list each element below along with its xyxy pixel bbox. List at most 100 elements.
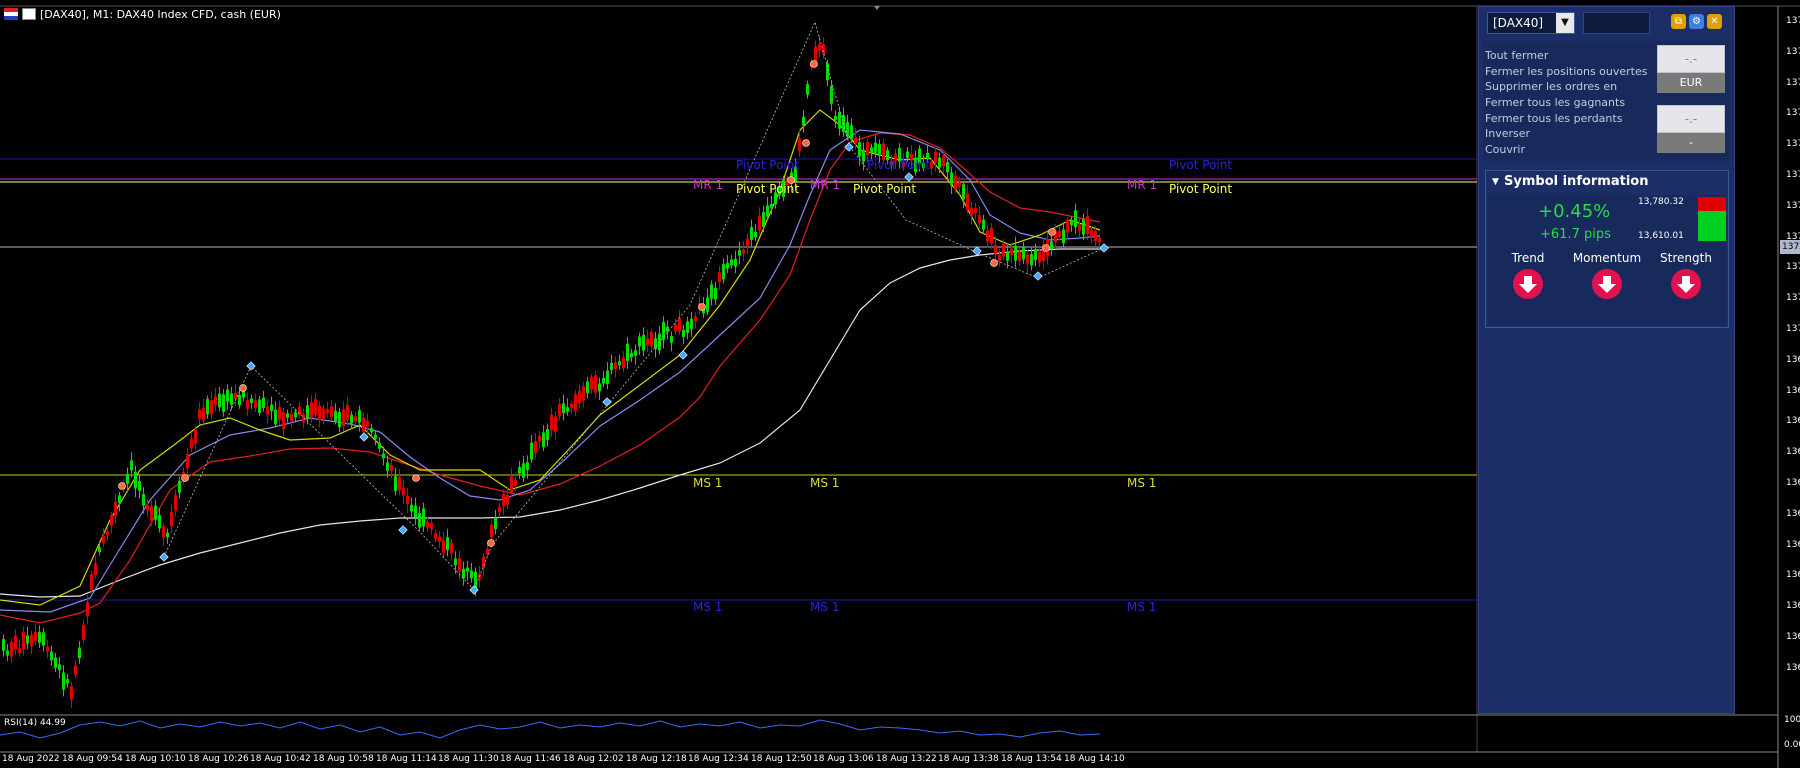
candle-body [222, 394, 225, 412]
candle-body [626, 343, 629, 361]
candle-body [542, 432, 545, 448]
candle-body [190, 438, 193, 449]
time-axis-label: 18 Aug 13:22 [876, 754, 937, 764]
candle-body [422, 508, 425, 527]
candle-body [258, 399, 261, 413]
momentum-label: Momentum [1572, 251, 1642, 265]
candle-body [266, 406, 269, 415]
candle-body [234, 392, 237, 399]
time-axis-label: 18 Aug 09:54 [62, 754, 123, 764]
candle-body [930, 161, 933, 169]
candle-body [70, 686, 73, 700]
candle-body [762, 212, 765, 227]
trade-panel: [DAX40] ▼ ⧉ ⚙ ✕ Tout fermer Fermer les p… [1478, 6, 1735, 714]
range-bar-green [1698, 211, 1726, 241]
candle-body [526, 462, 529, 471]
candle-body [154, 505, 157, 520]
change-percent: +0.45% [1538, 201, 1611, 222]
candle-body [1014, 245, 1017, 261]
mr1-label-2: MR 1 [810, 178, 841, 192]
candle-body [846, 122, 849, 137]
candle-body [962, 184, 965, 200]
candle-body [654, 338, 657, 349]
candle-body [1026, 254, 1029, 264]
candle-body [1094, 230, 1097, 242]
price-axis-label: 13679.35 [1786, 416, 1800, 427]
candle-body [618, 361, 621, 366]
candle-body [414, 505, 417, 518]
price-axis-label: 13778.80 [1786, 16, 1800, 26]
symbol-input[interactable] [1583, 12, 1650, 34]
candle-body [94, 563, 97, 575]
candle-body [450, 542, 453, 554]
candle-body [646, 338, 649, 346]
candle-body [1038, 251, 1041, 263]
candle-body [522, 463, 525, 478]
candle-body [730, 259, 733, 266]
action-close-all[interactable]: Tout fermer [1485, 49, 1548, 62]
candle-body [906, 151, 909, 158]
price-axis-label: 13618.15 [1786, 662, 1800, 673]
candle-body [1086, 216, 1089, 234]
candle-body [390, 464, 393, 471]
candle-body [938, 157, 941, 168]
candle-body [230, 393, 233, 405]
chart-title-bar: [DAX40], M1: DAX40 Index CFD, cash (EUR) [4, 6, 281, 22]
candle-body [802, 116, 805, 126]
price-axis-label: 13664.05 [1786, 478, 1800, 488]
candle-body [286, 413, 289, 418]
price-axis-label: 13671.70 [1786, 447, 1800, 458]
candle-body [342, 409, 345, 427]
range-high: 13,780.32 [1638, 197, 1684, 207]
momentum-arrow-down-icon [1592, 269, 1622, 299]
symbol-select[interactable]: [DAX40] ▼ [1487, 12, 1575, 34]
candle-body [326, 408, 329, 413]
candle-body [814, 46, 817, 62]
action-close-positions[interactable]: Fermer les positions ouvertes [1485, 65, 1648, 78]
time-axis-label: 18 Aug 14:10 [1064, 754, 1125, 764]
candle-body [62, 672, 65, 690]
candle-body [610, 362, 613, 371]
candle-body [290, 413, 293, 422]
copy-icon[interactable]: ⧉ [1671, 14, 1686, 29]
settings-icon[interactable]: ⚙ [1689, 14, 1704, 29]
candle-body [58, 664, 61, 671]
action-reverse[interactable]: Inverser [1485, 127, 1530, 140]
candle-body [178, 480, 181, 493]
candle-body [746, 238, 749, 246]
currency-label: EUR [1657, 73, 1725, 93]
candle-body [114, 502, 117, 517]
candle-body [446, 537, 449, 551]
symbol-info-body: +0.45% +61.7 pips 13,780.32 13,610.01 Tr… [1488, 195, 1726, 325]
candle-body [518, 467, 521, 474]
action-close-winners[interactable]: Fermer tous les gagnants [1485, 96, 1625, 109]
pivot-label-yellow-1: Pivot Point [736, 182, 800, 196]
symbol-info-header[interactable]: ▼ Symbol information [1486, 171, 1728, 193]
candle-body [362, 417, 365, 432]
caret-down-icon[interactable]: ▼ [1492, 171, 1499, 193]
candle-body [454, 558, 457, 566]
candle-body [678, 318, 681, 332]
candle-body [630, 352, 633, 358]
value-button-bottom[interactable]: -.- [1657, 105, 1725, 133]
action-close-losers[interactable]: Fermer tous les perdants [1485, 112, 1622, 125]
action-hedge[interactable]: Couvrir [1485, 143, 1525, 156]
value-button-top[interactable]: -.- [1657, 45, 1725, 73]
chart-mode-icon[interactable] [22, 8, 36, 20]
candle-body [822, 43, 825, 55]
chevron-down-icon[interactable]: ▼ [1556, 13, 1574, 33]
action-delete-orders[interactable]: Supprimer les ordres en [1485, 80, 1617, 93]
candle-body [318, 405, 321, 421]
candle-body [298, 406, 301, 416]
candle-body [162, 526, 165, 538]
candle-body [118, 495, 121, 504]
candle-body [142, 494, 145, 506]
candle-body [1098, 238, 1101, 243]
close-icon[interactable]: ✕ [1707, 14, 1722, 29]
price-axis-label: 13687.00 [1786, 385, 1800, 396]
rsi-label: RSI(14) 44.99 [4, 718, 66, 728]
time-axis-label: 18 Aug 11:14 [376, 754, 437, 764]
candle-body [1066, 220, 1069, 233]
candle-body [246, 400, 249, 409]
ms1-label-yellow-1: MS 1 [693, 476, 723, 490]
